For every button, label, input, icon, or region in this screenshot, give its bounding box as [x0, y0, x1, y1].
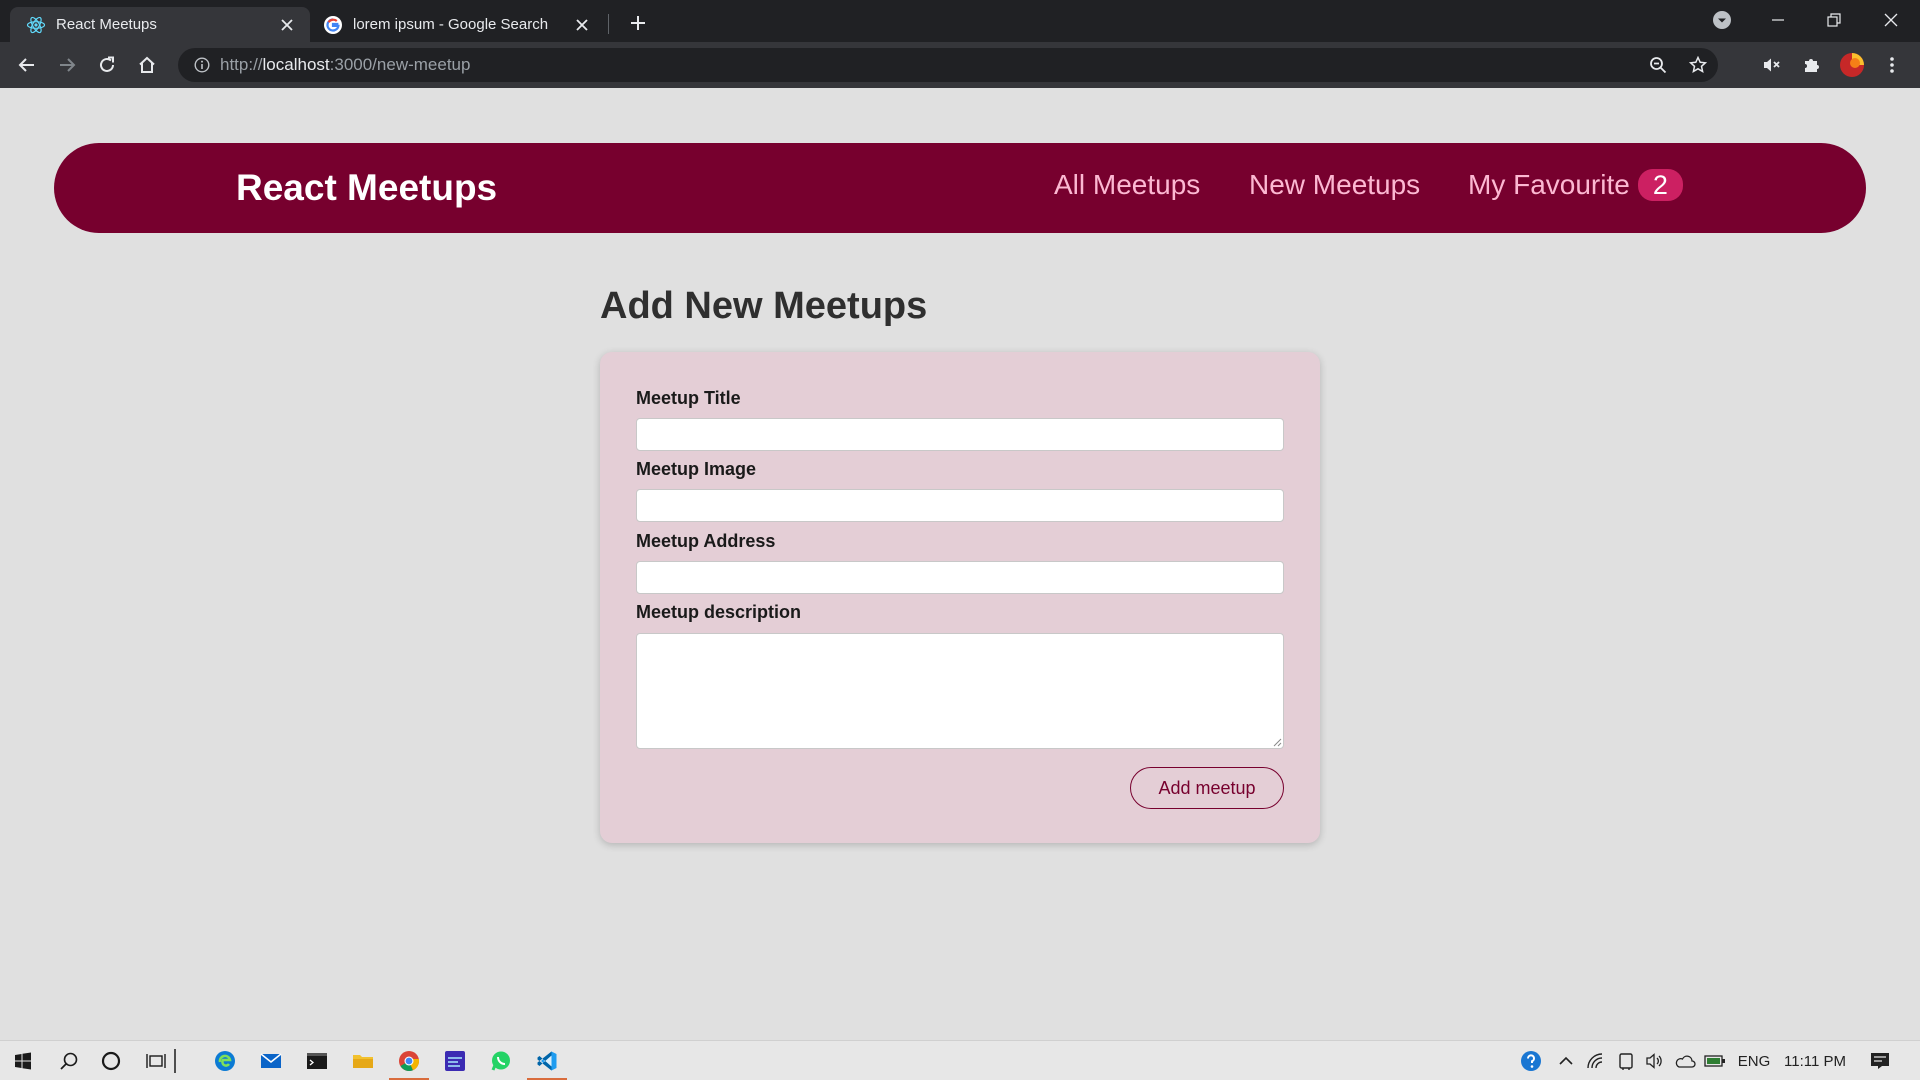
search-icon[interactable]	[46, 1041, 92, 1080]
tab-google-search[interactable]: lorem ipsum - Google Search	[313, 7, 605, 42]
add-meetup-button[interactable]: Add meetup	[1130, 767, 1284, 809]
cortana-icon[interactable]	[88, 1041, 134, 1080]
app-logo-text: React Meetups	[236, 167, 498, 208]
tab-title: React Meetups	[56, 16, 157, 33]
language-indicator[interactable]: ENG	[1733, 1041, 1775, 1080]
home-icon[interactable]	[131, 49, 163, 81]
vscode-icon[interactable]	[524, 1041, 570, 1080]
notifications-icon[interactable]	[1860, 1041, 1900, 1080]
tab-react-meetups[interactable]: React Meetups	[10, 7, 310, 42]
device-icon[interactable]	[1611, 1041, 1641, 1080]
url-path: :3000/new-meetup	[329, 55, 471, 74]
chevron-up-icon[interactable]	[1551, 1041, 1581, 1080]
url-scheme: http://	[220, 55, 263, 74]
new-tab-icon[interactable]	[624, 9, 652, 37]
meetup-image-input[interactable]	[636, 489, 1284, 522]
clock[interactable]: 11:11 PM	[1782, 1041, 1848, 1080]
reload-icon[interactable]	[91, 49, 123, 81]
favourite-count-badge: 2	[1637, 169, 1683, 201]
meetup-title-label: Meetup Title	[636, 388, 741, 408]
meetup-description-textarea[interactable]	[636, 633, 1284, 749]
google-icon	[323, 15, 343, 35]
app-navbar: React Meetups All Meetups New Meetups My…	[54, 143, 1866, 233]
close-tab-icon[interactable]	[569, 12, 595, 38]
page-title: Add New Meetups	[600, 285, 928, 327]
forward-icon[interactable]	[51, 49, 83, 81]
extensions-puzzle-icon[interactable]	[1796, 49, 1828, 81]
nav-link-all-meetups[interactable]: All Meetups	[1054, 169, 1200, 201]
whatsapp-icon[interactable]	[478, 1041, 524, 1080]
terminal-icon[interactable]	[294, 1041, 340, 1080]
nav-link-my-favourite[interactable]: My Favourite 2	[1468, 169, 1683, 201]
windows-taskbar: ENG 11:11 PM	[0, 1040, 1920, 1080]
zoom-icon[interactable]	[1638, 56, 1678, 74]
close-window-icon[interactable]	[1862, 0, 1920, 40]
meetup-title-input[interactable]	[636, 418, 1284, 451]
muted-speaker-icon[interactable]	[1756, 49, 1788, 81]
edge-icon[interactable]	[202, 1041, 248, 1080]
resize-grip-icon[interactable]	[1272, 737, 1282, 747]
amazon-music-icon[interactable]	[432, 1041, 478, 1080]
volume-icon[interactable]	[1640, 1041, 1670, 1080]
react-icon	[26, 15, 46, 35]
site-info-icon[interactable]	[184, 57, 220, 73]
taskbar-divider	[165, 1041, 185, 1080]
network-icon[interactable]	[1581, 1041, 1611, 1080]
bookmark-star-icon[interactable]	[1678, 56, 1718, 74]
meetup-image-label: Meetup Image	[636, 459, 757, 479]
meetup-description-label: Meetup description	[636, 602, 802, 622]
tab-divider	[608, 14, 609, 34]
profile-avatar[interactable]	[1836, 49, 1868, 81]
tab-title: lorem ipsum - Google Search	[353, 16, 549, 33]
nav-link-label: My Favourite	[1468, 169, 1630, 200]
close-tab-icon[interactable]	[274, 12, 300, 38]
meetup-address-label: Meetup Address	[636, 531, 776, 551]
url-text: http://localhost:3000/new-meetup	[220, 55, 1638, 75]
tab-search-icon[interactable]	[1694, 0, 1750, 40]
chrome-icon[interactable]	[386, 1041, 432, 1080]
browser-tab-strip: React Meetups lorem ipsum - Google Searc…	[0, 0, 1920, 42]
onedrive-icon[interactable]	[1670, 1041, 1700, 1080]
url-host: localhost	[262, 55, 330, 74]
restore-icon[interactable]	[1806, 0, 1862, 40]
address-bar[interactable]: http://localhost:3000/new-meetup	[178, 48, 1718, 82]
minimize-icon[interactable]	[1750, 0, 1806, 40]
new-meetup-form: Meetup Title Meetup Image Meetup Address…	[600, 352, 1320, 843]
mail-icon[interactable]	[248, 1041, 294, 1080]
back-icon[interactable]	[11, 49, 43, 81]
browser-menu-icon[interactable]	[1876, 49, 1908, 81]
help-icon[interactable]	[1516, 1041, 1546, 1080]
nav-link-new-meetups[interactable]: New Meetups	[1249, 169, 1420, 201]
battery-icon[interactable]	[1700, 1041, 1730, 1080]
windows-start-icon[interactable]	[0, 1041, 46, 1080]
meetup-address-input[interactable]	[636, 561, 1284, 594]
browser-toolbar: http://localhost:3000/new-meetup	[0, 42, 1920, 88]
file-explorer-icon[interactable]	[340, 1041, 386, 1080]
